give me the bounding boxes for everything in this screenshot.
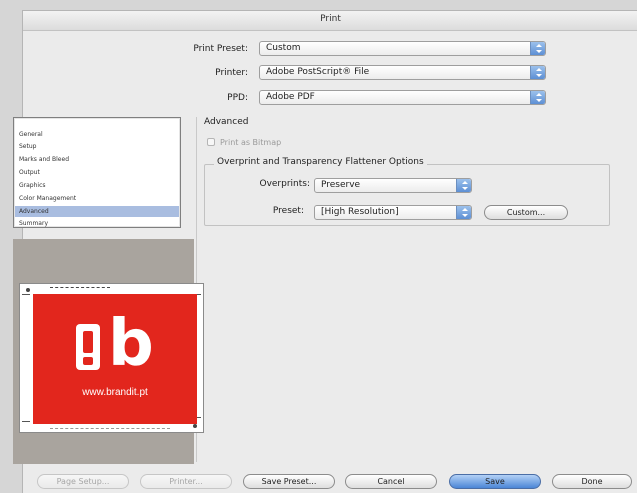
sidebar-item-marks-and-bleed[interactable]: Marks and Bleed bbox=[15, 154, 179, 165]
sidebar-item-setup[interactable]: Setup bbox=[15, 141, 179, 152]
print-as-bitmap-row: Print as Bitmap bbox=[207, 138, 281, 147]
print-preset-value: Custom bbox=[266, 43, 301, 53]
custom-button[interactable]: Custom... bbox=[484, 205, 568, 220]
printer-popup[interactable]: Adobe PostScript® File bbox=[259, 65, 546, 80]
page-info-line bbox=[50, 287, 110, 290]
ppd-label: PPD: bbox=[227, 93, 248, 103]
print-preset-label: Print Preset: bbox=[193, 44, 248, 54]
flattener-preset-popup[interactable]: [High Resolution] bbox=[314, 205, 472, 220]
popup-arrows-icon bbox=[530, 91, 545, 104]
printer-label: Printer: bbox=[215, 68, 248, 78]
crop-mark-icon bbox=[22, 294, 30, 295]
preset-label: Preset: bbox=[272, 206, 304, 216]
overprints-value: Preserve bbox=[321, 180, 361, 190]
crop-mark-icon bbox=[22, 421, 30, 422]
category-list: General Setup Marks and Bleed Output Gra… bbox=[13, 117, 181, 228]
ppd-value: Adobe PDF bbox=[266, 92, 315, 102]
sidebar-item-graphics[interactable]: Graphics bbox=[15, 180, 179, 191]
color-bar-line bbox=[50, 426, 170, 429]
exclamation-logo-icon bbox=[76, 324, 100, 370]
printer-value: Adobe PostScript® File bbox=[266, 67, 370, 77]
brand-url: www.brandit.pt bbox=[82, 387, 148, 398]
save-button[interactable]: Save bbox=[449, 474, 541, 489]
done-button[interactable]: Done bbox=[552, 474, 632, 489]
popup-arrows-icon bbox=[530, 66, 545, 79]
printer-button[interactable]: Printer... bbox=[140, 474, 232, 489]
screen: Print Print Preset: Custom Printer: Adob… bbox=[0, 0, 637, 493]
overprints-label: Overprints: bbox=[259, 179, 310, 189]
save-preset-button[interactable]: Save Preset... bbox=[243, 474, 335, 489]
flattener-preset-value: [High Resolution] bbox=[321, 207, 399, 217]
flattener-options-title: Overprint and Transparency Flattener Opt… bbox=[214, 157, 427, 167]
brand-artwork: b www.brandit.pt bbox=[33, 294, 197, 424]
overprints-popup[interactable]: Preserve bbox=[314, 178, 472, 193]
title-bar[interactable]: Print bbox=[23, 11, 637, 31]
sidebar-item-general[interactable]: General bbox=[15, 129, 179, 140]
registration-mark-icon bbox=[193, 424, 197, 428]
window-title: Print bbox=[320, 14, 341, 24]
ppd-popup[interactable]: Adobe PDF bbox=[259, 90, 546, 105]
popup-arrows-icon bbox=[530, 42, 545, 55]
page-setup-button[interactable]: Page Setup... bbox=[37, 474, 129, 489]
sidebar-item-output[interactable]: Output bbox=[15, 167, 179, 178]
popup-arrows-icon bbox=[456, 206, 471, 219]
print-as-bitmap-checkbox[interactable] bbox=[207, 138, 215, 146]
sidebar-item-advanced[interactable]: Advanced bbox=[15, 206, 179, 217]
logo-letter-b: b bbox=[108, 307, 154, 381]
sidebar-item-color-management[interactable]: Color Management bbox=[15, 193, 179, 204]
advanced-heading: Advanced bbox=[204, 117, 249, 127]
print-as-bitmap-label: Print as Bitmap bbox=[220, 138, 282, 147]
popup-arrows-icon bbox=[456, 179, 471, 192]
registration-mark-icon bbox=[26, 288, 30, 292]
print-preset-popup[interactable]: Custom bbox=[259, 41, 546, 56]
cancel-button[interactable]: Cancel bbox=[345, 474, 437, 489]
sidebar-item-summary[interactable]: Summary bbox=[15, 219, 179, 228]
